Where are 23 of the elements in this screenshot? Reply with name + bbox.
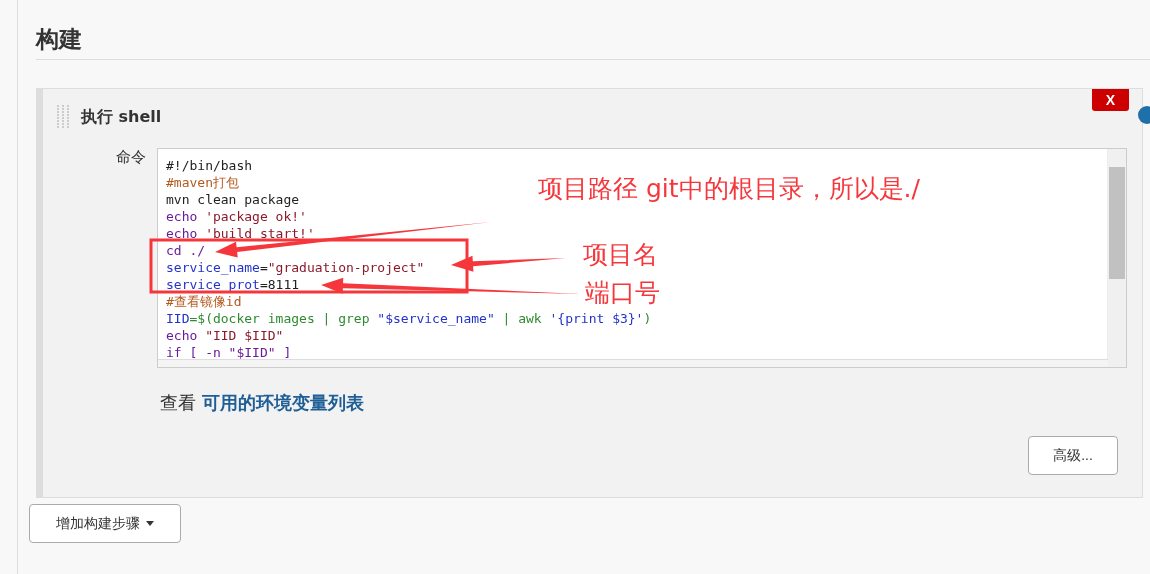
code-line: service_name="graduation-project" — [166, 259, 425, 276]
code-line: #查看镜像id — [166, 293, 242, 310]
code-line: service_prot=8111 — [166, 276, 300, 293]
step-title: 执行 shell — [81, 106, 162, 128]
field-label: 命令 — [115, 148, 146, 168]
advanced-button[interactable]: 高级... — [1028, 436, 1118, 475]
annotation-text: 端口号 — [585, 277, 660, 309]
code-line: mvn clean package — [166, 191, 300, 208]
code-line: cd ./ — [166, 242, 206, 259]
delete-button[interactable]: X — [1092, 89, 1129, 111]
section-heading: 构建 — [36, 24, 1150, 60]
code-line: if [ -n "$IID" ] — [166, 344, 292, 361]
env-prefix: 查看 — [160, 391, 196, 415]
code-line: IID=$(docker images | grep "$service_name" | awk '{print $3}') — [166, 310, 652, 327]
code-line: echo "IID $IID" — [166, 327, 284, 344]
add-step-button[interactable]: 增加构建步骤 — [29, 504, 181, 543]
env-variables-link[interactable]: 可用的环境变量列表 — [202, 391, 364, 415]
code-line: #maven打包 — [166, 174, 239, 191]
annotation-text: 项目名 — [583, 239, 658, 271]
code-line: #!/bin/bash — [166, 157, 253, 174]
code-line: echo 'build start!' — [166, 225, 315, 242]
annotation-text: 项目路径 git中的根目录，所以是./ — [538, 173, 920, 205]
code-line: echo 'package ok!' — [166, 208, 307, 225]
